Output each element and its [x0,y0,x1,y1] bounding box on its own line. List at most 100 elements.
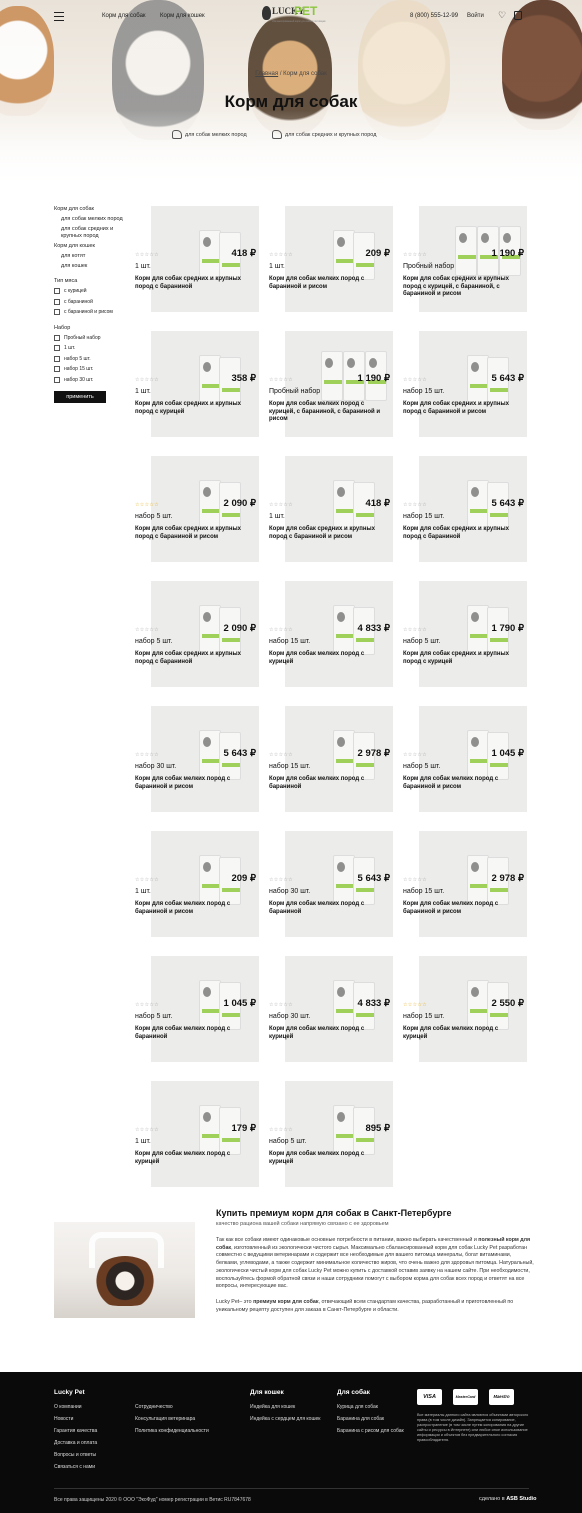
filter-15[interactable]: набор 15 шт. [54,366,126,372]
sidebar-cats-head[interactable]: Корм для кошек [54,243,126,249]
product-name[interactable]: Корм для собак средних и крупных пород с… [135,651,255,666]
product-card[interactable]: ☆☆☆☆☆ 2 090 ₽ набор 5 шт. Корм для собак ср… [132,456,260,562]
product-card[interactable]: ☆☆☆☆☆ 4 833 ₽ набор 30 шт. Корм для собак м… [266,956,394,1062]
product-image[interactable] [151,581,259,687]
product-name[interactable]: Корм для собак мелких пород с курицей [269,651,389,666]
footer-link[interactable]: Консультация ветеринара [135,1416,195,1422]
footer-link[interactable]: Баранина для собак [337,1416,384,1422]
product-card[interactable]: ☆☆☆☆☆ 2 550 ₽ набор 15 шт. Корм для собак м… [400,956,528,1062]
checkbox[interactable] [54,345,60,351]
product-image[interactable] [285,581,393,687]
product-image[interactable] [151,1081,259,1187]
sidebar-item-cats[interactable]: для кошек [54,263,126,270]
login-link[interactable]: Войти [467,13,484,19]
footer-link[interactable]: Курица для собак [337,1404,378,1410]
product-image[interactable] [419,581,527,687]
product-card[interactable]: ☆☆☆☆☆ 418 ₽ 1 шт. Корм для собак средних и … [266,456,394,562]
footer-link[interactable]: Связаться с нами [54,1464,95,1470]
product-name[interactable]: Корм для собак мелких пород с бараниной … [135,776,255,791]
subcategory-medium-large[interactable]: для собак средних и крупных пород [272,130,376,139]
footer-link[interactable]: Гарантия качества [54,1428,97,1434]
product-card[interactable]: ☆☆☆☆☆ 1 190 ₽ Пробный набор Корм для собак … [400,206,528,312]
product-image[interactable] [151,206,259,312]
sidebar-item-kittens[interactable]: для котят [54,253,126,260]
filter-5[interactable]: набор 5 шт. [54,355,126,362]
product-card[interactable]: ☆☆☆☆☆ 209 ₽ 1 шт. Корм для собак мелких пор… [266,206,394,312]
product-name[interactable]: Корм для собак мелких пород с бараниной … [269,276,389,291]
checkbox[interactable] [54,355,60,362]
studio-credit[interactable]: сделано в ASB Studio [479,1496,536,1502]
product-card[interactable]: ☆☆☆☆☆ 209 ₽ 1 шт. Корм для собак мелких пор… [132,831,260,937]
sidebar-dogs-head[interactable]: Корм для собак [54,206,126,212]
checkbox[interactable] [54,309,60,315]
product-name[interactable]: Корм для собак средних и крупных пород с… [269,526,389,541]
footer-link[interactable]: Индейка для кошек [250,1404,295,1410]
product-card[interactable]: ☆☆☆☆☆ 5 643 ₽ набор 30 шт. Корм для собак м… [132,706,260,812]
product-name[interactable]: Корм для собак мелких пород с курицей [269,1151,389,1166]
product-card[interactable]: ☆☆☆☆☆ 179 ₽ 1 шт. Корм для собак мелких пор… [132,1081,260,1187]
footer-link[interactable]: Доставка и оплата [54,1440,97,1446]
product-name[interactable]: Корм для собак средних и крупных пород с… [403,276,523,299]
product-card[interactable]: ☆☆☆☆☆ 5 643 ₽ набор 30 шт. Корм для собак м… [266,831,394,937]
product-image[interactable] [285,1081,393,1187]
product-name[interactable]: Корм для собак средних и крупных пород с… [135,401,255,416]
product-image[interactable] [151,331,259,437]
product-card[interactable]: ☆☆☆☆☆ 2 978 ₽ набор 15 шт. Корм для собак м… [400,831,528,937]
footer-link[interactable]: Новости [54,1416,73,1422]
footer-link[interactable]: Вопросы и ответы [54,1452,96,1458]
product-name[interactable]: Корм для собак средних и крупных пород с… [135,526,255,541]
product-name[interactable]: Корм для собак мелких пород с курицей [269,1026,389,1041]
checkbox[interactable] [54,334,60,341]
heart-icon[interactable]: ♡ [498,11,507,20]
filter-30[interactable]: набор 30 шт. [54,376,126,383]
sidebar-item-small[interactable]: для собак мелких пород [54,216,126,223]
product-card[interactable]: ☆☆☆☆☆ 5 643 ₽ набор 15 шт. Корм для собак с… [400,456,528,562]
product-image[interactable] [285,831,393,937]
product-image[interactable] [419,456,527,562]
product-card[interactable]: ☆☆☆☆☆ 358 ₽ 1 шт. Корм для собак средних и … [132,331,260,437]
product-name[interactable]: Корм для собак мелких пород с бараниной [135,1026,255,1041]
footer-link[interactable]: Сотрудничество [135,1404,173,1410]
product-name[interactable]: Корм для собак мелких пород с курицей [135,1151,255,1166]
product-name[interactable]: Корм для собак мелких пород с курицей [403,1026,523,1041]
product-image[interactable] [419,706,527,812]
product-name[interactable]: Корм для собак мелких пород с бараниной [269,901,389,916]
product-name[interactable]: Корм для собак средних и крупных пород с… [403,401,523,416]
product-image[interactable] [285,456,393,562]
product-image[interactable] [151,456,259,562]
product-image[interactable] [419,831,527,937]
nav-cat-food[interactable]: Корм для кошек [160,13,205,19]
filter-trial[interactable]: Пробный набор [54,334,126,341]
filter-lamb-rice[interactable]: с бараниной и рисом [54,309,126,315]
nav-dog-food[interactable]: Корм для собак [102,13,146,19]
product-card[interactable]: ☆☆☆☆☆ 4 833 ₽ набор 15 шт. Корм для собак м… [266,581,394,687]
product-image[interactable] [151,831,259,937]
product-name[interactable]: Корм для собак мелких пород с бараниной … [135,901,255,916]
product-card[interactable]: ☆☆☆☆☆ 1 045 ₽ набор 5 шт. Корм для собак ме… [132,956,260,1062]
product-image[interactable] [285,206,393,312]
product-image[interactable] [419,331,527,437]
product-name[interactable]: Корм для собак мелких пород с бараниной [269,776,389,791]
product-card[interactable]: ☆☆☆☆☆ 5 643 ₽ набор 15 шт. Корм для собак с… [400,331,528,437]
sidebar-item-medium-large[interactable]: для собак средних и крупных пород [54,226,126,240]
product-name[interactable]: Корм для собак мелких пород с бараниной … [403,901,523,916]
footer-link[interactable]: Индейка с сердцем для кошек [250,1416,320,1422]
filter-chicken[interactable]: с курицей [54,288,126,294]
footer-link[interactable]: О компании [54,1404,82,1410]
menu-icon[interactable] [54,12,64,21]
product-image[interactable] [285,956,393,1062]
checkbox[interactable] [54,298,60,305]
checkbox[interactable] [54,376,60,383]
footer-link[interactable]: Политика конфиденциальности [135,1428,209,1434]
product-name[interactable]: Корм для собак мелких пород с бараниной … [403,776,523,791]
product-name[interactable]: Корм для собак мелких пород с курицей, с… [269,401,389,424]
filter-lamb[interactable]: с бараниной [54,298,126,305]
product-card[interactable]: ☆☆☆☆☆ 2 090 ₽ набор 5 шт. Корм для собак ср… [132,581,260,687]
product-card[interactable]: ☆☆☆☆☆ 1 790 ₽ набор 5 шт. Корм для собак ср… [400,581,528,687]
breadcrumb-home[interactable]: Главная [255,71,278,77]
product-name[interactable]: Корм для собак средних и крупных пород с… [403,651,523,666]
logo[interactable]: LUCKY PET сбалансированный корм для ваши… [262,4,325,26]
checkbox[interactable] [54,288,60,294]
product-card[interactable]: ☆☆☆☆☆ 1 045 ₽ набор 5 шт. Корм для собак ме… [400,706,528,812]
product-card[interactable]: ☆☆☆☆☆ 895 ₽ набор 5 шт. Корм для собак мелк… [266,1081,394,1187]
